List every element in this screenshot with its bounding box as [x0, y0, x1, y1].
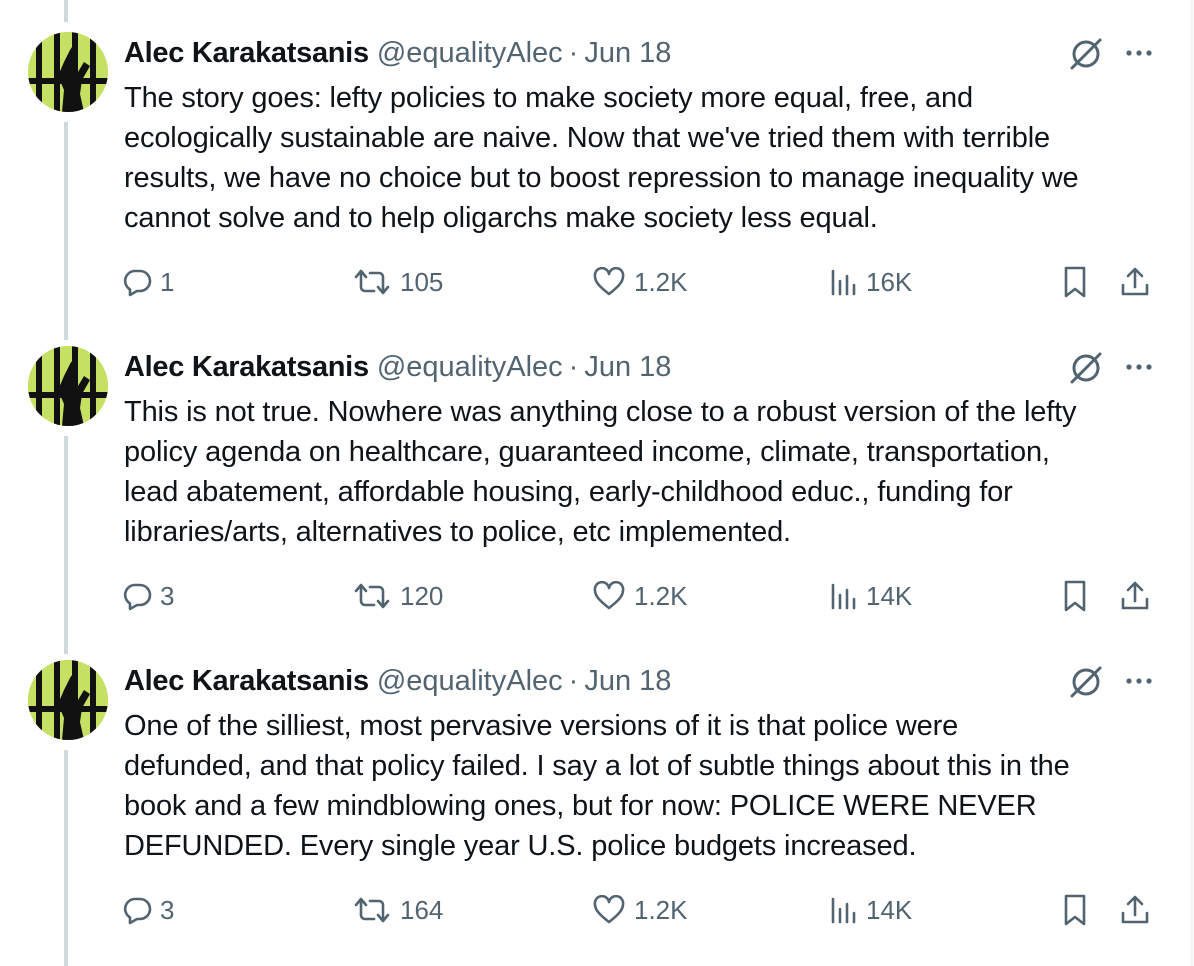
repost-icon — [354, 897, 390, 923]
views-button[interactable]: 14K — [828, 576, 912, 616]
tweet[interactable]: Alec Karakatsanis @equalityAlec · Jun 18 T… — [0, 314, 1194, 628]
tweet-text-line: results, we have no choice but to boost … — [124, 162, 1079, 194]
tweet-text-line: DEFUNDED. Every single year U.S. police … — [124, 830, 917, 862]
reply-count: 3 — [160, 894, 175, 925]
like-button[interactable]: 1.2K — [592, 262, 688, 302]
reply-count: 1 — [160, 266, 175, 297]
repost-button[interactable]: 120 — [352, 576, 443, 616]
share-icon — [1121, 895, 1149, 924]
repost-button[interactable]: 105 — [352, 262, 443, 302]
share-icon — [1121, 267, 1149, 296]
heart-icon — [593, 581, 625, 610]
separator: · — [568, 37, 579, 69]
views-count: 14K — [866, 580, 913, 611]
tweet-text-line: defunded, and that policy failed. I say … — [124, 750, 1070, 782]
repost-count: 120 — [400, 580, 444, 611]
tweet[interactable]: Alec Karakatsanis @equalityAlec · Jun 18 O… — [0, 628, 1194, 942]
grok-icon[interactable] — [1068, 36, 1104, 72]
bookmark-icon — [1064, 266, 1086, 298]
tweet-header: Alec Karakatsanis @equalityAlec · Jun 18 — [124, 350, 671, 384]
views-button[interactable]: 16K — [828, 262, 912, 302]
like-button[interactable]: 1.2K — [592, 890, 688, 930]
share-button[interactable] — [1118, 262, 1152, 302]
tweet-date[interactable]: Jun 18 — [584, 665, 671, 697]
tweet-text-line: libraries/arts, alternatives to police, … — [124, 516, 791, 548]
tweet-text-line: One of the silliest, most pervasive vers… — [124, 710, 959, 742]
tweet-text-line: ecologically sustainable are naive. Now … — [124, 122, 1050, 154]
avatar[interactable] — [28, 346, 108, 426]
tweet-text: One of the silliest, most pervasive vers… — [124, 706, 1184, 866]
repost-button[interactable]: 164 — [352, 890, 443, 930]
reply-button[interactable]: 3 — [122, 890, 174, 930]
separator: · — [568, 665, 579, 697]
tweet-header: Alec Karakatsanis @equalityAlec · Jun 18 — [124, 36, 671, 70]
views-icon — [831, 897, 856, 924]
tweet-text-line: policy agenda on healthcare, guaranteed … — [124, 436, 1050, 468]
reply-count: 3 — [160, 580, 175, 611]
author-handle[interactable]: @equalityAlec — [377, 37, 563, 69]
reply-icon — [123, 269, 152, 297]
like-count: 1.2K — [634, 580, 688, 611]
tweet-text: This is not true. Nowhere was anything c… — [124, 392, 1184, 552]
reply-icon — [123, 583, 152, 611]
tweet-text-line: The story goes: lefty policies to make s… — [124, 82, 973, 114]
grok-icon[interactable] — [1068, 350, 1104, 386]
avatar[interactable] — [28, 32, 108, 112]
tweet-date[interactable]: Jun 18 — [584, 351, 671, 383]
tweet-text-line: book and a few mindblowing ones, but for… — [124, 790, 1037, 822]
repost-count: 164 — [400, 894, 444, 925]
author-handle[interactable]: @equalityAlec — [377, 665, 563, 697]
tweet-text-line: This is not true. Nowhere was anything c… — [124, 396, 1077, 428]
bookmark-icon — [1064, 580, 1086, 612]
views-count: 16K — [866, 266, 913, 297]
repost-icon — [354, 269, 390, 295]
reply-button[interactable]: 1 — [122, 262, 174, 302]
like-count: 1.2K — [634, 266, 688, 297]
share-button[interactable] — [1118, 890, 1152, 930]
tweet-date[interactable]: Jun 18 — [584, 37, 671, 69]
author-name[interactable]: Alec Karakatsanis — [124, 351, 369, 383]
views-button[interactable]: 14K — [828, 890, 912, 930]
more-icon[interactable] — [1122, 36, 1156, 70]
tweet-header: Alec Karakatsanis @equalityAlec · Jun 18 — [124, 664, 671, 698]
like-count: 1.2K — [634, 894, 688, 925]
share-button[interactable] — [1118, 576, 1152, 616]
like-button[interactable]: 1.2K — [592, 576, 688, 616]
author-name[interactable]: Alec Karakatsanis — [124, 665, 369, 697]
share-icon — [1121, 581, 1149, 610]
reply-button[interactable]: 3 — [122, 576, 174, 616]
repost-icon — [354, 583, 390, 609]
bookmark-button[interactable] — [1060, 262, 1090, 302]
grok-icon[interactable] — [1068, 664, 1104, 700]
bookmark-button[interactable] — [1060, 890, 1090, 930]
author-handle[interactable]: @equalityAlec — [377, 351, 563, 383]
more-icon[interactable] — [1122, 350, 1156, 384]
reply-icon — [123, 897, 152, 925]
author-name[interactable]: Alec Karakatsanis — [124, 37, 369, 69]
action-bar: 1 105 1.2K 16K — [0, 262, 1194, 302]
action-bar: 3 164 1.2K 14K — [0, 890, 1194, 930]
tweet-text-line: cannot solve and to help oligarchs make … — [124, 202, 878, 234]
views-count: 14K — [866, 894, 913, 925]
avatar[interactable] — [28, 660, 108, 740]
views-icon — [831, 269, 856, 296]
action-bar: 3 120 1.2K 14K — [0, 576, 1194, 616]
views-icon — [831, 583, 856, 610]
tweet[interactable]: Alec Karakatsanis @equalityAlec · Jun 18 T… — [0, 0, 1194, 314]
repost-count: 105 — [400, 266, 444, 297]
tweet-text: The story goes: lefty policies to make s… — [124, 78, 1184, 238]
heart-icon — [593, 895, 625, 924]
bookmark-icon — [1064, 894, 1086, 926]
separator: · — [568, 351, 579, 383]
bookmark-button[interactable] — [1060, 576, 1090, 616]
heart-icon — [593, 267, 625, 296]
tweet-text-line: lead abatement, affordable housing, earl… — [124, 476, 1013, 508]
more-icon[interactable] — [1122, 664, 1156, 698]
